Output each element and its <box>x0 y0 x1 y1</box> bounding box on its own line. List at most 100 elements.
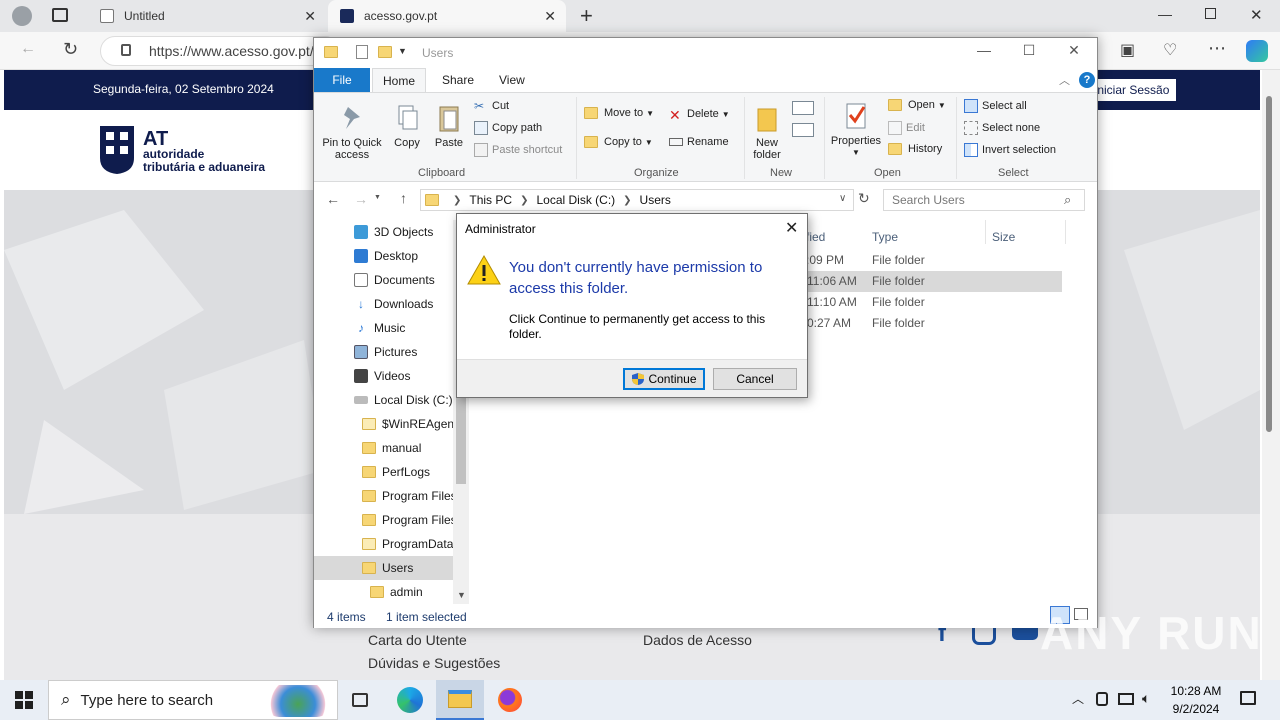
close-icon[interactable]: ✕ <box>1059 42 1089 59</box>
new-tab-button[interactable]: + <box>580 3 593 29</box>
restore-icon[interactable] <box>1205 8 1216 19</box>
tab-actions-icon[interactable] <box>52 8 68 22</box>
nav-item-local-disk[interactable]: Local Disk (C:) <box>354 388 453 412</box>
nav-item-documents[interactable]: Documents <box>354 268 435 292</box>
cancel-button[interactable]: Cancel <box>713 368 797 390</box>
row-type[interactable]: File folder <box>872 316 925 330</box>
path-local-disk[interactable]: Local Disk (C:) <box>536 193 615 207</box>
new-item-icon[interactable] <box>792 101 814 115</box>
page-scrollbar-thumb[interactable] <box>1266 96 1272 432</box>
taskbar-file-explorer[interactable] <box>436 680 484 720</box>
column-size[interactable]: Size <box>992 230 1015 244</box>
navpane-scrollbar-thumb[interactable] <box>456 388 466 484</box>
scroll-down-icon[interactable]: ▼ <box>457 590 466 600</box>
back-icon[interactable]: ← <box>326 191 340 207</box>
invert-selection-button[interactable]: Invert selection <box>964 143 1056 157</box>
tab-view[interactable]: View <box>489 68 535 92</box>
recent-locations-icon[interactable]: ▼ <box>374 194 381 201</box>
properties-button[interactable]: Properties ▼ <box>828 101 884 159</box>
show-hidden-icons[interactable]: ︿ <box>1072 690 1084 707</box>
refresh-icon[interactable]: ↻ <box>858 190 870 207</box>
close-window-icon[interactable]: ✕ <box>1250 6 1263 24</box>
row-type[interactable]: File folder <box>872 253 925 267</box>
footer-link-duvidas[interactable]: Dúvidas e Sugestões <box>368 655 500 671</box>
row-modified[interactable]: 11:06 AM <box>807 274 857 288</box>
new-folder-button[interactable]: New folder <box>748 103 786 161</box>
copy-path-button[interactable]: Copy path <box>474 121 542 135</box>
path-users[interactable]: Users <box>640 193 671 207</box>
minimize-icon[interactable]: — <box>969 42 999 58</box>
address-bar[interactable]: https://www.acesso.gov.pt/ <box>100 36 340 66</box>
row-modified[interactable]: 0:27 AM <box>807 316 851 330</box>
qat-dropdown-icon[interactable]: ▼ <box>398 46 407 56</box>
start-button[interactable] <box>0 680 48 720</box>
forward-icon[interactable]: → <box>354 191 368 207</box>
continue-button[interactable]: Continue <box>623 368 705 390</box>
close-icon[interactable]: ✕ <box>785 218 798 238</box>
path-this-pc[interactable]: This PC <box>469 193 512 207</box>
search-input[interactable]: Search Users ⌕ <box>883 189 1085 211</box>
paste-shortcut-button[interactable]: Paste shortcut <box>474 143 562 157</box>
address-path[interactable]: ❯ This PC ❯ Local Disk (C:) ❯ Users ∨ <box>420 189 854 211</box>
nav-item-admin[interactable]: admin <box>370 580 423 604</box>
select-none-button[interactable]: Select none <box>964 121 1040 135</box>
nav-item-videos[interactable]: Videos <box>354 364 410 388</box>
row-modified[interactable]: 11:10 AM <box>807 295 857 309</box>
cut-button[interactable]: ✂ Cut <box>474 99 509 113</box>
footer-link-carta[interactable]: Carta do Utente <box>368 632 467 648</box>
nav-item-downloads[interactable]: ↓ Downloads <box>354 292 433 316</box>
footer-link-dados[interactable]: Dados de Acesso <box>643 632 752 648</box>
edit-button[interactable]: Edit <box>888 121 925 135</box>
task-view-button[interactable] <box>336 680 384 720</box>
collections-icon[interactable]: ▣ <box>1120 40 1135 60</box>
nav-item-programdata[interactable]: ProgramData <box>362 532 453 556</box>
row-type[interactable]: File folder <box>872 295 925 309</box>
select-all-button[interactable]: Select all <box>964 99 1027 113</box>
row-modified[interactable]: :09 PM <box>806 253 844 267</box>
history-button[interactable]: History <box>888 143 942 155</box>
minimize-icon[interactable]: — <box>1158 6 1172 22</box>
tab-acesso[interactable]: acesso.gov.pt ✕ <box>328 0 566 32</box>
collapse-ribbon-icon[interactable]: ︿ <box>1059 72 1070 88</box>
nav-item-program-files-x86[interactable]: Program Files <box>362 508 457 532</box>
help-icon[interactable]: ? <box>1079 72 1095 88</box>
performance-icon[interactable]: ♡ <box>1163 40 1177 60</box>
nav-item-winreagent[interactable]: $WinREAgent <box>362 412 457 436</box>
close-tab-icon[interactable]: ✕ <box>544 8 556 25</box>
volume-icon[interactable]: 🔈︎ <box>1142 690 1150 707</box>
nav-item-pictures[interactable]: Pictures <box>354 340 417 364</box>
nav-item-desktop[interactable]: Desktop <box>354 244 418 268</box>
taskbar-firefox[interactable] <box>486 680 534 720</box>
taskbar-edge[interactable] <box>386 680 434 720</box>
clock-time[interactable]: 10:28 AM <box>1166 684 1226 698</box>
nav-item-program-files[interactable]: Program Files <box>362 484 457 508</box>
up-icon[interactable]: ↑ <box>400 190 407 206</box>
tab-untitled[interactable]: Untitled ✕ <box>88 0 326 32</box>
easy-access-icon[interactable] <box>792 123 814 137</box>
open-button[interactable]: Open ▼ <box>888 99 946 111</box>
move-to-button[interactable]: Move to ▼ <box>584 107 654 119</box>
pin-quick-access-button[interactable]: Pin to Quick access <box>318 103 386 161</box>
copilot-icon[interactable] <box>1246 40 1268 62</box>
new-folder-quick-icon[interactable] <box>378 46 392 58</box>
copy-to-button[interactable]: Copy to ▼ <box>584 136 653 148</box>
maximize-icon[interactable]: ☐ <box>1014 42 1044 59</box>
network-icon[interactable] <box>1118 693 1134 705</box>
nav-item-3d-objects[interactable]: 3D Objects <box>354 220 433 244</box>
refresh-icon[interactable]: ↻ <box>63 39 78 60</box>
notifications-icon[interactable] <box>1240 691 1256 705</box>
delete-button[interactable]: ✕ Delete ▼ <box>669 107 730 123</box>
tab-file[interactable]: File <box>314 68 370 92</box>
tab-home[interactable]: Home <box>372 68 427 92</box>
more-menu-icon[interactable]: ⋯ <box>1208 38 1226 59</box>
row-type[interactable]: File folder <box>872 274 925 288</box>
nav-item-music[interactable]: ♪ Music <box>354 316 405 340</box>
login-button[interactable]: Iniciar Sessão <box>1088 79 1176 101</box>
back-icon[interactable]: ← <box>20 40 36 58</box>
column-date-modified[interactable]: fied <box>806 230 825 244</box>
close-tab-icon[interactable]: ✕ <box>304 8 316 25</box>
rename-button[interactable]: Rename <box>669 136 729 148</box>
copy-button[interactable]: Copy <box>388 103 426 149</box>
nav-item-manual[interactable]: manual <box>362 436 421 460</box>
nav-item-users[interactable]: Users <box>314 556 453 580</box>
